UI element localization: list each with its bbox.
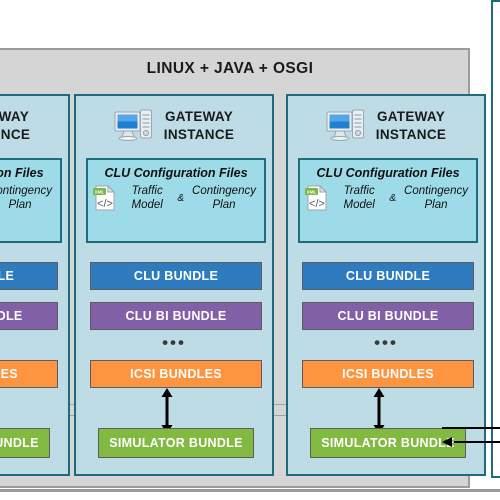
svg-text:XML: XML — [307, 190, 317, 195]
clu-bi-bundle[interactable]: CLU BI BUNDLE — [90, 302, 262, 330]
gateway-instance-right[interactable]: GATEWAY INSTANCE CLU Configuration Files… — [286, 94, 486, 476]
clu-bundle[interactable]: CLU BUNDLE — [302, 262, 474, 290]
gateway-instance-middle[interactable]: GATEWAY INSTANCE CLU Configuration Files… — [74, 94, 274, 476]
gateway-title-line1: GATEWAY — [0, 108, 30, 124]
computer-icon — [326, 109, 366, 143]
gateway-header: GATEWAY INSTANCE — [76, 100, 272, 152]
config-item-contingency-plan: Contingency Plan — [192, 185, 256, 212]
gateway-header: GATEWAY INSTANCE — [288, 100, 484, 152]
clu-configuration-files-box[interactable]: CLU Configuration Files XML </> Traffic … — [86, 158, 266, 243]
config-item-traffic-model: Traffic Model — [343, 185, 375, 212]
gateway-title-line1: GATEWAY — [164, 108, 234, 124]
gateway-title-line2: INSTANCE — [375, 127, 447, 142]
config-item-contingency-plan: Contingency Plan — [0, 185, 52, 212]
bundle-ellipsis: ••• — [162, 333, 186, 352]
clu-bundle[interactable]: CLU BUNDLE — [0, 262, 58, 290]
simulator-bundle[interactable]: SIMULATOR BUNDLE — [0, 428, 50, 458]
clu-bi-bundle[interactable]: CLU BI BUNDLE — [0, 302, 58, 330]
bundle-ellipsis: ••• — [374, 333, 398, 352]
gateway-title: GATEWAY INSTANCE — [376, 108, 446, 144]
xml-file-icon: XML </> — [92, 184, 118, 212]
clu-bundle[interactable]: CLU BUNDLE — [90, 262, 262, 290]
icsi-bundles[interactable]: ICSI BUNDLES — [302, 360, 474, 388]
platform-title: LINUX + JAVA + OSGI — [146, 60, 314, 77]
gateway-header: GATEWAY INSTANCE — [0, 100, 68, 152]
config-conjunction: & — [177, 192, 185, 204]
svg-text:</>: </> — [309, 198, 325, 210]
clu-bi-bundle[interactable]: CLU BI BUNDLE — [302, 302, 474, 330]
config-box-body: XML </> Traffic Model & Contingency Plan — [88, 184, 264, 213]
config-conjunction: & — [389, 192, 397, 204]
config-item-contingency-plan: Contingency Plan — [404, 185, 468, 212]
bottom-rule — [0, 489, 500, 492]
config-box-body: XML </> Traffic Model & Contingency Plan — [0, 184, 60, 213]
config-box-title: CLU Configuration Files — [316, 166, 460, 180]
gateway-title: GATEWAY INSTANCE — [164, 108, 234, 144]
svg-text:XML: XML — [95, 190, 105, 195]
external-panel-right — [491, 0, 500, 478]
clu-configuration-files-box[interactable]: CLU Configuration Files XML </> Traffic … — [0, 158, 62, 243]
gateway-instance-left[interactable]: GATEWAY INSTANCE CLU Configuration Files… — [0, 94, 70, 476]
icsi-bundles[interactable]: ICSI BUNDLES — [0, 360, 58, 388]
icsi-bundles[interactable]: ICSI BUNDLES — [90, 360, 262, 388]
config-item-traffic-model: Traffic Model — [131, 185, 163, 212]
config-box-body: XML </> Traffic Model & Contingency Plan — [300, 184, 476, 213]
config-box-title: CLU Configuration Files — [0, 166, 44, 180]
simulator-bundle[interactable]: SIMULATOR BUNDLE — [98, 428, 254, 458]
gateway-title-line2: INSTANCE — [0, 127, 31, 142]
gateway-title-line1: GATEWAY — [376, 108, 446, 124]
xml-file-icon: XML </> — [304, 184, 330, 212]
bundle-ellipsis: ••• — [0, 334, 68, 351]
gateway-title-line2: INSTANCE — [163, 127, 235, 142]
config-box-title: CLU Configuration Files — [104, 166, 248, 180]
connector-arrows — [440, 420, 500, 454]
computer-icon — [114, 109, 154, 143]
gateway-title: GATEWAY INSTANCE — [0, 108, 30, 144]
svg-text:</>: </> — [97, 198, 113, 210]
clu-configuration-files-box[interactable]: CLU Configuration Files XML </> Traffic … — [298, 158, 478, 243]
